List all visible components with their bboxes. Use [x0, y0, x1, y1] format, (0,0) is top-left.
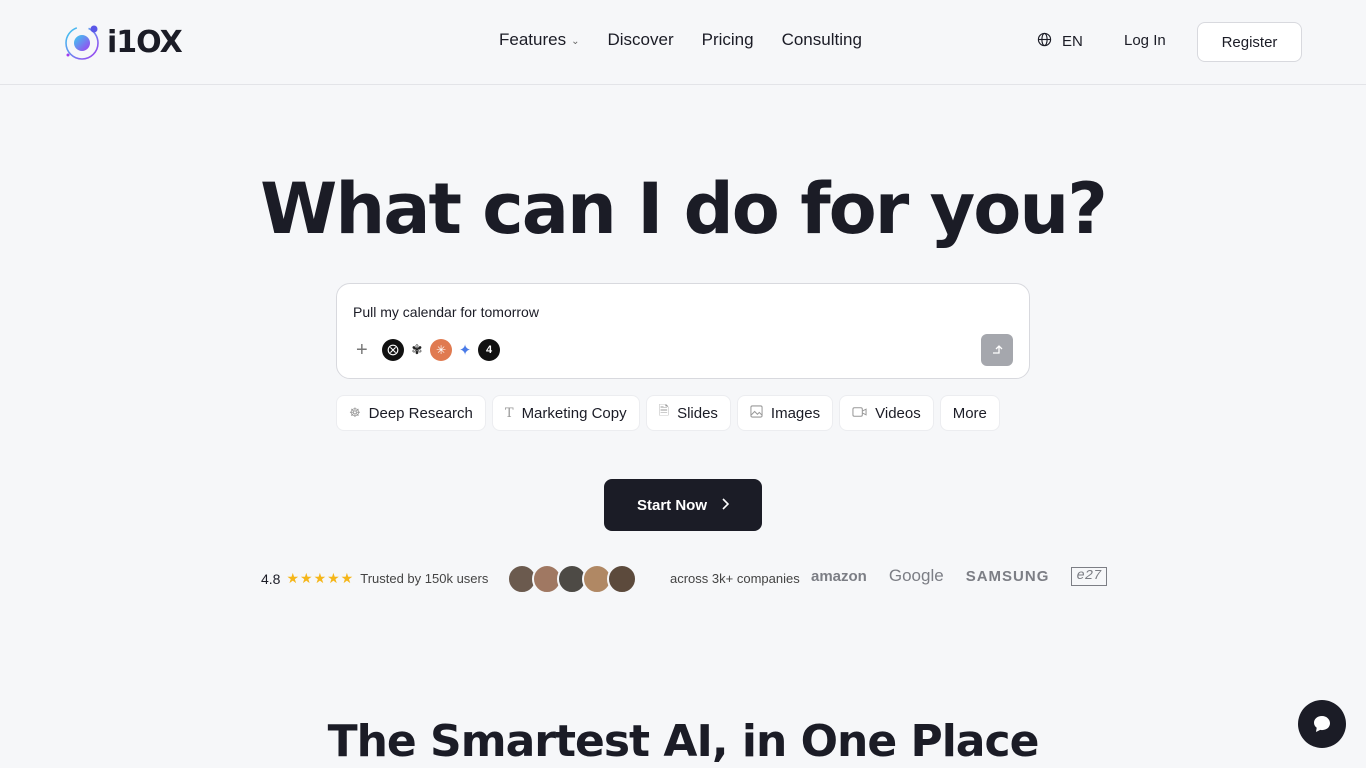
- chip-deep-research[interactable]: ☸ Deep Research: [336, 395, 486, 431]
- text-icon: T: [504, 405, 514, 421]
- chevron-down-icon: ⌄: [571, 35, 580, 47]
- rating-value: 4.8: [261, 570, 281, 587]
- brand-logos: amazon Google SAMSUNG e27: [811, 566, 1107, 586]
- model-icons: ✾ ✳ ✦ 4: [382, 339, 500, 361]
- chevron-right-icon: [721, 497, 730, 514]
- mistral-icon: ✾: [411, 342, 423, 357]
- section-title: The Smartest AI, in One Place: [327, 716, 1040, 767]
- chip-images-label: Images: [770, 404, 821, 422]
- chip-marketing-copy[interactable]: T Marketing Copy: [491, 395, 640, 431]
- amazon-logo: amazon: [811, 567, 867, 585]
- nav-discover[interactable]: Discover: [607, 30, 673, 50]
- avatar: [607, 564, 637, 594]
- nav-features-label: Features: [499, 30, 567, 49]
- samsung-logo: SAMSUNG: [965, 567, 1050, 585]
- quick-actions: ☸ Deep Research T Marketing Copy 🗎 Slide…: [336, 395, 1000, 431]
- chatgpt-icon: [382, 339, 404, 361]
- nav-discover-label: Discover: [607, 30, 674, 49]
- claude-icon: ✳: [430, 339, 452, 361]
- user-avatars: [507, 564, 637, 594]
- image-icon: [750, 405, 763, 421]
- chip-marketing-copy-label: Marketing Copy: [521, 404, 627, 422]
- rating: 4.8 ★★★★★ Trusted by 150k users: [261, 570, 488, 587]
- send-button[interactable]: [981, 334, 1013, 366]
- language-label: EN: [1062, 33, 1083, 50]
- nav-consulting-label: Consulting: [781, 30, 862, 49]
- login-link[interactable]: Log In: [1124, 32, 1166, 49]
- chip-slides[interactable]: 🗎 Slides: [645, 395, 731, 431]
- language-selector[interactable]: EN: [1037, 32, 1083, 51]
- start-now-button[interactable]: Start Now: [604, 479, 762, 531]
- chip-slides-label: Slides: [677, 404, 718, 422]
- chip-deep-research-label: Deep Research: [368, 404, 473, 422]
- chat-button[interactable]: [1298, 700, 1346, 748]
- nav-pricing-label: Pricing: [701, 30, 754, 49]
- chip-more-label: More: [952, 404, 987, 422]
- chip-videos[interactable]: Videos: [839, 395, 934, 431]
- logo-text: i1OX: [107, 24, 183, 60]
- chip-more[interactable]: More: [939, 395, 1000, 431]
- gemini-icon: ✦: [458, 342, 472, 359]
- perplexity-icon: 4: [478, 339, 500, 361]
- site-header: i1OX Features ⌄ Discover Pricing Consult…: [0, 0, 1366, 85]
- brain-icon: ☸: [349, 405, 361, 420]
- video-icon: [852, 406, 867, 421]
- nav-pricing[interactable]: Pricing: [702, 30, 754, 50]
- trusted-text: Trusted by 150k users: [360, 571, 489, 586]
- logo[interactable]: i1OX: [63, 22, 183, 62]
- add-attachment-button[interactable]: +: [356, 339, 368, 362]
- register-button[interactable]: Register: [1197, 22, 1302, 62]
- star-rating-icon: ★★★★★: [286, 570, 355, 586]
- send-icon: [993, 345, 1003, 354]
- start-now-label: Start Now: [636, 496, 707, 514]
- nav-features[interactable]: Features ⌄: [499, 30, 579, 50]
- prompt-input[interactable]: [353, 304, 953, 320]
- globe-icon: [1037, 32, 1052, 51]
- nav-consulting[interactable]: Consulting: [782, 30, 862, 50]
- chat-bubble-icon: [1314, 716, 1330, 732]
- logo-icon: [63, 23, 101, 61]
- chip-videos-label: Videos: [875, 404, 921, 422]
- main-nav: Features ⌄ Discover Pricing Consulting: [499, 30, 862, 50]
- e27-logo: e27: [1071, 566, 1107, 586]
- hero-title: What can I do for you?: [260, 168, 1108, 250]
- chip-images[interactable]: Images: [736, 395, 834, 431]
- companies-text: across 3k+ companies: [670, 571, 800, 586]
- google-logo: Google: [888, 566, 944, 585]
- prompt-box: + ✾ ✳ ✦ 4: [336, 283, 1030, 379]
- document-icon: 🗎: [658, 403, 670, 418]
